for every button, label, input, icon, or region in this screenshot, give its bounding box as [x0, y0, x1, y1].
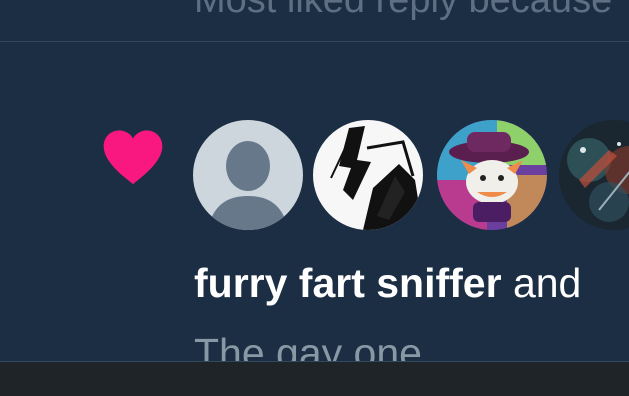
like-summary: furry fart sniffer and — [194, 258, 581, 308]
liked-tweet-text[interactable]: The gay one — [194, 328, 422, 362]
avatar-cartoon-cat[interactable] — [437, 120, 547, 230]
avatar-dark-photo[interactable] — [559, 120, 629, 230]
previous-notification[interactable]: Most liked reply because — [0, 0, 629, 41]
bottom-bar — [0, 362, 629, 396]
avatar-abstract-black-white[interactable] — [313, 120, 423, 230]
user-name[interactable]: furry fart sniffer — [194, 260, 502, 306]
notifications-feed: Most liked reply because furry fart snif… — [0, 0, 629, 362]
previous-notification-text: Most liked reply because — [194, 0, 613, 21]
heart-icon — [103, 130, 163, 185]
like-notification[interactable]: furry fart sniffer and The gay one — [0, 42, 629, 362]
avatar-default-profile[interactable] — [193, 120, 303, 230]
summary-conjunction: and — [501, 260, 582, 306]
